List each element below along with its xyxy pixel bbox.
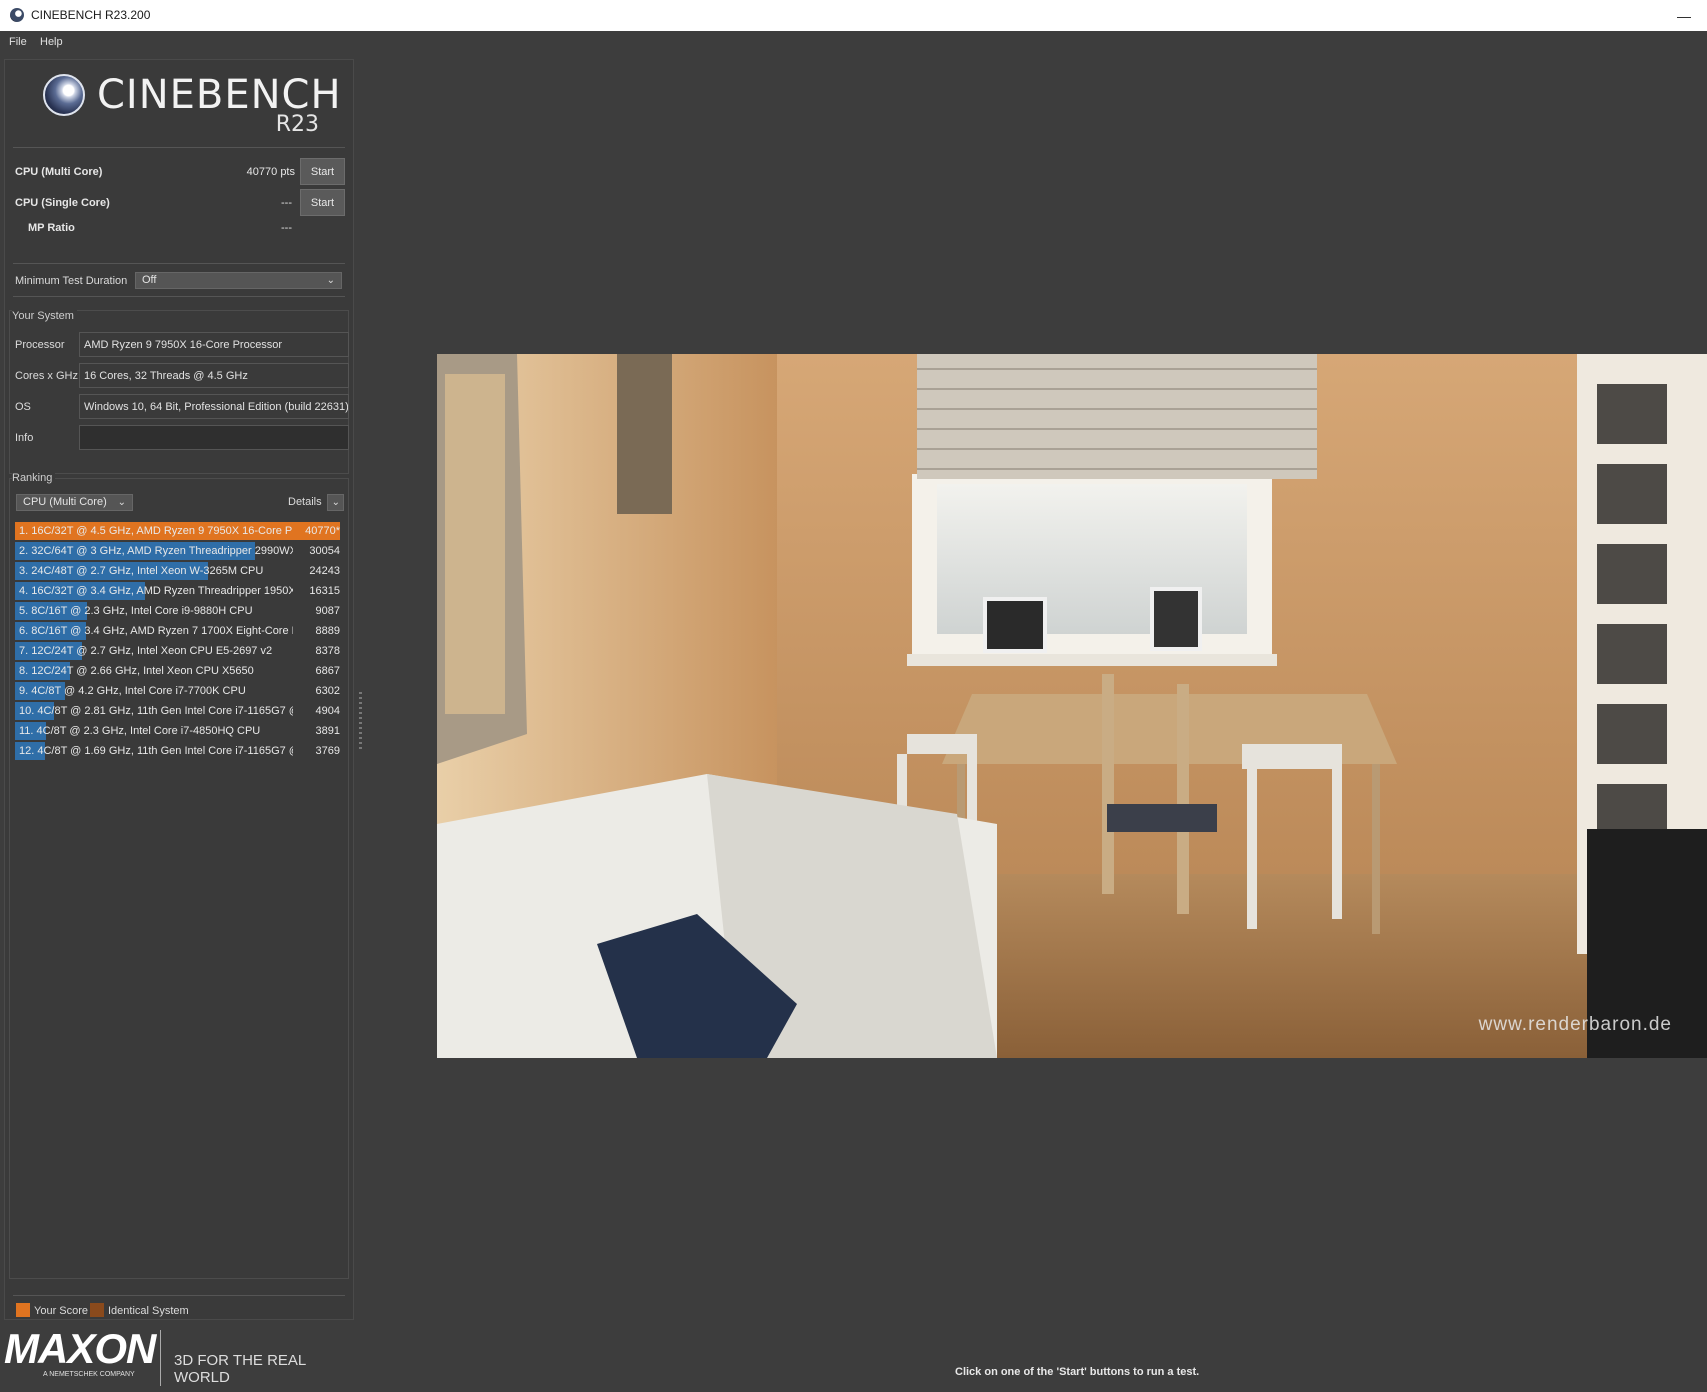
logo-version: R23 <box>275 112 319 137</box>
ranking-score: 3769 <box>315 745 340 757</box>
ranking-score: 8889 <box>315 625 340 637</box>
ranking-score: 4904 <box>315 705 340 717</box>
identical-system-legend: Identical System <box>108 1305 189 1317</box>
chevron-down-icon: ⌄ <box>117 497 126 508</box>
ranking-score: 30054 <box>309 545 340 557</box>
ranking-score: 6867 <box>315 665 340 677</box>
ranking-score: 6302 <box>315 685 340 697</box>
divider <box>160 1330 161 1386</box>
your-score-swatch <box>16 1303 30 1317</box>
ranking-row[interactable]: 3. 24C/48T @ 2.7 GHz, Intel Xeon W-3265M… <box>15 562 340 580</box>
maxon-subtitle: A NEMETSCHEK COMPANY <box>43 1371 135 1378</box>
ranking-row[interactable]: 12. 4C/8T @ 1.69 GHz, 11th Gen Intel Cor… <box>15 742 340 760</box>
your-system-title: Your System <box>12 310 77 322</box>
mp-ratio-value: --- <box>281 222 292 234</box>
panel-splitter[interactable] <box>359 692 362 752</box>
min-duration-value: Off <box>142 274 157 286</box>
ranking-title: Ranking <box>12 472 56 484</box>
title-bar: CINEBENCH R23.200 — <box>0 0 1707 32</box>
ranking-row[interactable]: 6. 8C/16T @ 3.4 GHz, AMD Ryzen 7 1700X E… <box>15 622 340 640</box>
ranking-cpu-name: 1. 16C/32T @ 4.5 GHz, AMD Ryzen 9 7950X … <box>19 525 293 537</box>
render-watermark: www.renderbaron.de <box>1478 1014 1672 1035</box>
cinebench-app-icon <box>10 8 24 22</box>
ranking-cpu-name: 12. 4C/8T @ 1.69 GHz, 11th Gen Intel Cor… <box>19 745 293 757</box>
divider <box>13 147 345 148</box>
multi-core-score: 40770 pts <box>246 166 295 178</box>
ranking-score: 9087 <box>315 605 340 617</box>
ranking-filter-dropdown[interactable]: CPU (Multi Core) ⌄ <box>16 494 133 511</box>
ranking-row[interactable]: 4. 16C/32T @ 3.4 GHz, AMD Ryzen Threadri… <box>15 582 340 600</box>
menu-file[interactable]: File <box>9 36 27 48</box>
ranking-cpu-name: 11. 4C/8T @ 2.3 GHz, Intel Core i7-4850H… <box>19 725 261 737</box>
ranking-cpu-name: 2. 32C/64T @ 3 GHz, AMD Ryzen Threadripp… <box>19 545 293 557</box>
ranking-score: 3891 <box>315 725 340 737</box>
info-field[interactable] <box>79 425 349 450</box>
ranking-cpu-name: 3. 24C/48T @ 2.7 GHz, Intel Xeon W-3265M… <box>19 565 264 577</box>
ranking-score: 16315 <box>309 585 340 597</box>
multi-core-start-button[interactable]: Start <box>300 158 345 185</box>
chevron-down-icon: ⌄ <box>331 497 340 508</box>
divider <box>13 296 345 297</box>
ranking-row[interactable]: 2. 32C/64T @ 3 GHz, AMD Ryzen Threadripp… <box>15 542 340 560</box>
min-duration-label: Minimum Test Duration <box>15 275 128 287</box>
info-label: Info <box>15 432 34 444</box>
min-duration-dropdown[interactable]: Off ⌄ <box>135 272 342 289</box>
minimize-icon[interactable]: — <box>1661 0 1707 31</box>
ranking-cpu-name: 6. 8C/16T @ 3.4 GHz, AMD Ryzen 7 1700X E… <box>19 625 293 637</box>
ranking-row[interactable]: 7. 12C/24T @ 2.7 GHz, Intel Xeon CPU E5-… <box>15 642 340 660</box>
ranking-row[interactable]: 10. 4C/8T @ 2.81 GHz, 11th Gen Intel Cor… <box>15 702 340 720</box>
chevron-down-icon: ⌄ <box>326 275 335 286</box>
ranking-row[interactable]: 9. 4C/8T @ 4.2 GHz, Intel Core i7-7700K … <box>15 682 340 700</box>
identical-system-swatch <box>90 1303 104 1317</box>
mp-ratio-label: MP Ratio <box>28 222 75 234</box>
ranking-cpu-name: 8. 12C/24T @ 2.66 GHz, Intel Xeon CPU X5… <box>19 665 254 677</box>
processor-label: Processor <box>15 339 65 351</box>
left-panel: CINEBENCH R23 CPU (Multi Core) 40770 pts… <box>4 59 354 1320</box>
single-core-start-button[interactable]: Start <box>300 189 345 216</box>
ranking-filter-value: CPU (Multi Core) <box>23 496 107 508</box>
maxon-branding: MAXON A NEMETSCHEK COMPANY 3D FOR THE RE… <box>4 1325 359 1387</box>
multi-core-label: CPU (Multi Core) <box>15 166 103 178</box>
single-core-label: CPU (Single Core) <box>15 197 110 209</box>
ranking-score: 24243 <box>309 565 340 577</box>
ranking-row[interactable]: 8. 12C/24T @ 2.66 GHz, Intel Xeon CPU X5… <box>15 662 340 680</box>
menu-bar: File Help <box>0 31 1707 53</box>
your-score-legend: Your Score <box>34 1305 89 1317</box>
ranking-row[interactable]: 1. 16C/32T @ 4.5 GHz, AMD Ryzen 9 7950X … <box>15 522 340 540</box>
ranking-score: 8378 <box>315 645 340 657</box>
details-toggle[interactable]: ⌄ <box>327 494 344 511</box>
processor-field[interactable]: AMD Ryzen 9 7950X 16-Core Processor <box>79 332 349 357</box>
cores-field[interactable]: 16 Cores, 32 Threads @ 4.5 GHz <box>79 363 349 388</box>
maxon-logo: MAXON <box>4 1325 156 1372</box>
ranking-cpu-name: 7. 12C/24T @ 2.7 GHz, Intel Xeon CPU E5-… <box>19 645 273 657</box>
divider <box>13 1295 345 1296</box>
menu-help[interactable]: Help <box>40 36 63 48</box>
single-core-score: --- <box>281 197 292 209</box>
cinebench-logo-icon <box>43 74 85 116</box>
ranking-cpu-name: 4. 16C/32T @ 3.4 GHz, AMD Ryzen Threadri… <box>19 585 293 597</box>
render-preview: www.renderbaron.de <box>437 354 1707 1058</box>
window-title: CINEBENCH R23.200 <box>31 8 151 22</box>
ranking-row[interactable]: 11. 4C/8T @ 2.3 GHz, Intel Core i7-4850H… <box>15 722 340 740</box>
os-label: OS <box>15 401 31 413</box>
room-render-image <box>437 354 1707 1058</box>
os-field[interactable]: Windows 10, 64 Bit, Professional Edition… <box>79 394 349 419</box>
details-label: Details <box>288 496 322 508</box>
divider <box>13 263 345 264</box>
ranking-row[interactable]: 5. 8C/16T @ 2.3 GHz, Intel Core i9-9880H… <box>15 602 340 620</box>
ranking-cpu-name: 10. 4C/8T @ 2.81 GHz, 11th Gen Intel Cor… <box>19 705 293 717</box>
ranking-score: 40770* <box>305 525 340 537</box>
maxon-tagline: 3D FOR THE REAL WORLD <box>174 1352 306 1386</box>
ranking-cpu-name: 9. 4C/8T @ 4.2 GHz, Intel Core i7-7700K … <box>19 685 246 697</box>
cores-label: Cores x GHz <box>15 370 78 382</box>
status-message: Click on one of the 'Start' buttons to r… <box>955 1366 1200 1378</box>
ranking-cpu-name: 5. 8C/16T @ 2.3 GHz, Intel Core i9-9880H… <box>19 605 253 617</box>
